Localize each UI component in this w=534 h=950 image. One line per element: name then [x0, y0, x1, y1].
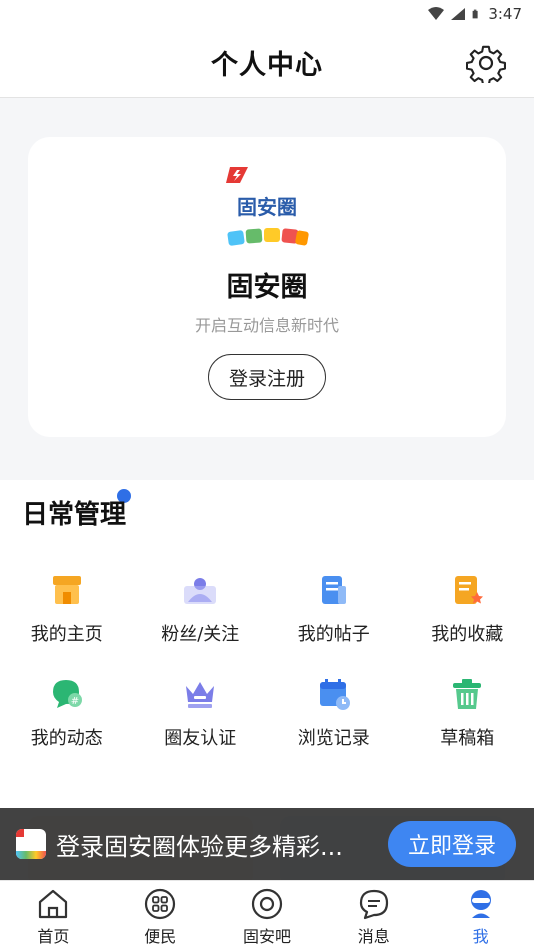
- svg-text:#: #: [71, 696, 79, 707]
- wifi-icon: [428, 7, 445, 20]
- tab-label: 首页: [37, 927, 70, 946]
- logo-text: 固安圈: [237, 195, 297, 219]
- crown-icon: [186, 682, 215, 708]
- daily-grid: 我的主页 粉丝/关注 我的帖子 我的收藏 # 我的动态 圈友认证 浏览记录 草稿…: [0, 572, 534, 750]
- posts-icon: [321, 576, 346, 604]
- item-fans-follow[interactable]: 粉丝/关注: [134, 572, 268, 646]
- activity-icon: #: [52, 680, 82, 708]
- item-label: 我的收藏: [431, 624, 504, 645]
- grid-icon: [145, 888, 176, 920]
- login-now-button[interactable]: 立即登录: [388, 821, 516, 867]
- profile-icon: [470, 890, 491, 918]
- banner-text: 登录固安圈体验更多精彩...: [56, 832, 343, 861]
- profile-card: 固安圈 固安圈 开启互动信息新时代 登录注册: [28, 137, 506, 437]
- app-logo: 固安圈: [222, 161, 312, 251]
- home-icon: [39, 889, 68, 919]
- login-register-button[interactable]: 登录注册: [208, 354, 326, 400]
- item-my-homepage[interactable]: 我的主页: [0, 572, 134, 646]
- item-label: 粉丝/关注: [161, 624, 240, 645]
- page-header: 个人中心: [0, 28, 534, 98]
- section-title: 日常管理: [22, 500, 127, 530]
- item-browse-history[interactable]: 浏览记录: [267, 676, 401, 750]
- login-prompt-banner: 登录固安圈体验更多精彩... 立即登录: [0, 808, 534, 880]
- target-icon: [251, 888, 283, 920]
- tab-convenience[interactable]: 便民: [107, 881, 214, 950]
- item-my-favorites[interactable]: 我的收藏: [401, 572, 534, 646]
- item-my-posts[interactable]: 我的帖子: [267, 572, 401, 646]
- tab-messages[interactable]: 消息: [320, 881, 427, 950]
- app-slogan: 开启互动信息新时代: [194, 316, 339, 335]
- item-my-activity[interactable]: # 我的动态: [0, 676, 134, 750]
- status-time: 3:47: [488, 5, 522, 23]
- tab-label: 便民: [144, 927, 177, 946]
- item-label: 我的动态: [30, 728, 103, 749]
- fans-icon: [184, 578, 217, 604]
- tab-guan-bar[interactable]: 固安吧: [214, 881, 321, 950]
- item-friend-verification[interactable]: 圈友认证: [134, 676, 268, 750]
- tab-home[interactable]: 首页: [0, 881, 107, 950]
- item-label: 圈友认证: [164, 728, 237, 749]
- daily-management-section: 日常管理 我的主页 粉丝/关注 我的帖子 我的收藏 # 我的动态 圈友认证 浏览…: [0, 480, 534, 810]
- battery-icon: [472, 9, 478, 19]
- calendar-icon: [319, 679, 350, 710]
- banner-logo-icon: [16, 829, 46, 859]
- item-label: 草稿箱: [440, 728, 495, 749]
- tab-label: 我: [472, 927, 489, 946]
- tab-label: 固安吧: [242, 927, 291, 946]
- item-label: 浏览记录: [297, 728, 370, 749]
- home-shop-icon: [52, 576, 81, 604]
- page-title: 个人中心: [211, 50, 323, 81]
- bottom-tab-bar: 首页 便民 固安吧 消息 我: [0, 880, 534, 950]
- signal-icon: [451, 8, 466, 20]
- status-bar: 3:47: [0, 0, 534, 28]
- favorites-icon: [455, 576, 484, 604]
- gear-icon[interactable]: [466, 43, 506, 83]
- item-label: 我的帖子: [297, 624, 370, 645]
- trash-icon: [453, 679, 482, 709]
- tab-me[interactable]: 我: [427, 881, 534, 950]
- tab-label: 消息: [357, 927, 390, 946]
- item-label: 我的主页: [30, 624, 103, 645]
- app-name: 固安圈: [226, 272, 308, 303]
- item-drafts[interactable]: 草稿箱: [401, 676, 534, 750]
- message-icon: [359, 889, 388, 920]
